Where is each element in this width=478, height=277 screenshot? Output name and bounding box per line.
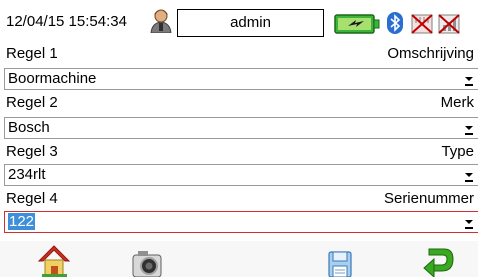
rule-1-value: Boormachine xyxy=(8,70,97,87)
chevron-down-icon[interactable] xyxy=(464,215,474,229)
rule-4-description: Serienummer xyxy=(383,190,474,207)
battery-charging-icon xyxy=(334,14,380,34)
datetime: 12/04/15 15:54:34 xyxy=(6,13,127,30)
rule-4-value[interactable]: 122 xyxy=(8,213,36,230)
rule-3-description: Type xyxy=(441,143,474,160)
rule-2-value: Bosch xyxy=(8,119,50,136)
rule-4-select[interactable]: 122 xyxy=(4,211,478,233)
chevron-down-icon[interactable] xyxy=(464,72,474,86)
network-disabled-icon xyxy=(438,14,460,34)
sd-card-disabled-icon xyxy=(411,14,433,34)
rule-3-select[interactable]: 234rlt xyxy=(4,164,478,186)
user-icon xyxy=(150,9,172,33)
back-icon[interactable] xyxy=(420,241,456,277)
home-icon[interactable] xyxy=(36,241,72,277)
bottom-toolbar xyxy=(0,241,478,277)
username-field[interactable]: admin xyxy=(177,9,324,37)
rule-3-label: Regel 3 xyxy=(6,143,58,160)
rule-2-description: Merk xyxy=(440,94,474,111)
rule-1-label: Regel 1 xyxy=(6,45,58,62)
chevron-down-icon[interactable] xyxy=(464,168,474,182)
status-bar: 12/04/15 15:54:34 admin xyxy=(0,6,478,38)
bluetooth-icon xyxy=(387,12,403,34)
chevron-down-icon[interactable] xyxy=(464,121,474,135)
rule-4-label: Regel 4 xyxy=(6,190,58,207)
rule-3-value: 234rlt xyxy=(8,166,46,183)
rule-1-select[interactable]: Boormachine xyxy=(4,68,478,90)
camera-icon[interactable] xyxy=(130,241,164,277)
save-icon[interactable] xyxy=(326,241,354,277)
screen: 12/04/15 15:54:34 admin Regel 1 Omschrij… xyxy=(0,0,478,277)
rule-1-description: Omschrijving xyxy=(387,45,474,62)
rule-2-select[interactable]: Bosch xyxy=(4,117,478,139)
rule-2-label: Regel 2 xyxy=(6,94,58,111)
